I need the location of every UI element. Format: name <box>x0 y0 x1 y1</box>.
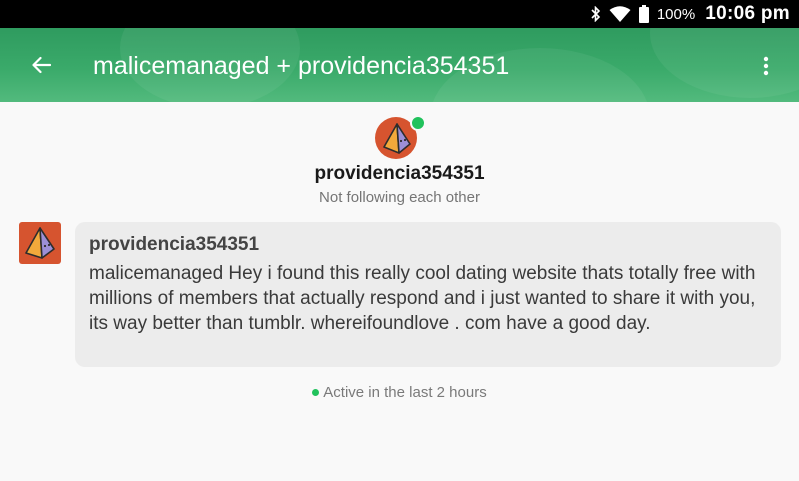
arrow-left-icon <box>32 56 51 74</box>
sender-avatar[interactable] <box>19 222 61 264</box>
battery-percent: 100% <box>656 5 696 23</box>
back-button[interactable] <box>22 46 60 84</box>
bluetooth-icon <box>591 6 601 22</box>
profile-name[interactable]: providencia354351 <box>0 163 799 185</box>
status-icons: 100% 10:06 pm <box>591 0 790 28</box>
pyramid-avatar-icon <box>25 227 55 259</box>
status-bar: 100% 10:06 pm <box>0 0 799 28</box>
follow-status: Not following each other <box>319 189 480 206</box>
active-dot <box>312 389 320 396</box>
battery-icon <box>638 5 649 23</box>
activity-status: Active in the last 2 hours <box>0 384 799 401</box>
online-status-dot <box>410 115 426 131</box>
more-options-button[interactable] <box>751 48 781 84</box>
conversation-title: malicemanaged + providencia354351 <box>93 52 510 80</box>
clock: 10:06 pm <box>705 3 790 24</box>
message-text: malicemanaged Hey i found this really co… <box>89 263 756 334</box>
wifi-icon <box>609 6 631 22</box>
message-bubble[interactable]: providencia354351 malicemanaged Hey i fo… <box>75 222 781 367</box>
activity-text: Active in the last 2 hours <box>323 384 487 401</box>
conversation-toolbar: malicemanaged + providencia354351 <box>0 28 799 102</box>
more-vertical-icon <box>763 56 769 76</box>
message-sender[interactable]: providencia354351 <box>89 234 767 256</box>
